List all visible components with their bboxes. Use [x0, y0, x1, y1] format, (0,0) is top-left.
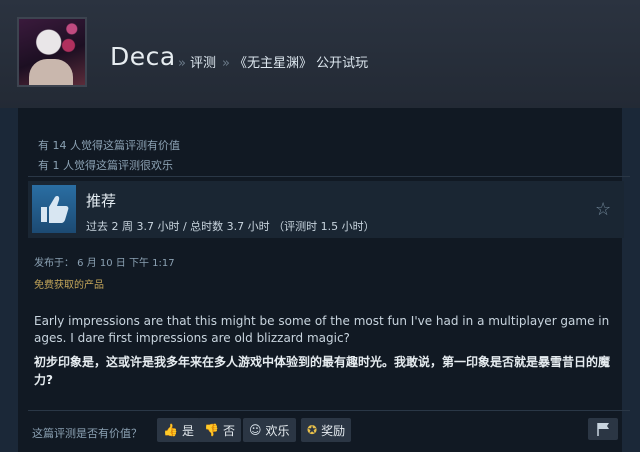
- breadcrumb-separator: »: [178, 56, 186, 71]
- review-text-zh: 初步印象是，这或许是我多年来在多人游戏中体验到的最有趣时光。我敢说，第一印象是否…: [34, 355, 611, 387]
- divider: [28, 176, 630, 177]
- funny-count: 有 1 人觉得这篇评测很欢乐: [38, 159, 173, 172]
- user-avatar[interactable]: [17, 17, 87, 87]
- playtime: 过去 2 周 3.7 小时 / 总时数 3.7 小时 （评测时 1.5 小时）: [86, 220, 375, 233]
- recommendation-title: 推荐: [86, 192, 117, 210]
- vote-yes-button[interactable]: 👍 是: [157, 418, 200, 442]
- thumbs-down-icon: 👎: [204, 423, 219, 437]
- helpful-count: 有 14 人觉得这篇评测有价值: [38, 139, 180, 152]
- vote-no-label: 否: [222, 423, 235, 438]
- avatar-figure: [29, 59, 73, 85]
- thumbs-up-icon: 👍: [163, 423, 178, 437]
- award-icon: ✪: [307, 423, 318, 437]
- thumbs-up-glyph: [41, 196, 69, 223]
- helpful-question: 这篇评测是否有价值？: [32, 427, 142, 440]
- award-button[interactable]: ✪ 奖励: [301, 418, 352, 442]
- vote-no-button[interactable]: 👎 否: [198, 418, 241, 442]
- award-label: 奖励: [321, 423, 346, 438]
- breadcrumb-separator: »: [221, 56, 230, 71]
- flag-icon: [597, 423, 609, 436]
- divider: [28, 410, 630, 411]
- breadcrumb-reviews[interactable]: 评测: [190, 56, 216, 71]
- username[interactable]: Deca: [110, 42, 176, 71]
- vote-funny-label: 欢乐: [265, 423, 290, 438]
- thumbs-up-icon: [32, 185, 76, 233]
- posted-date: 发布于： 6 月 10 日 下午 1:17: [34, 258, 175, 269]
- star-icon[interactable]: ☆: [595, 199, 611, 220]
- breadcrumb: » 评测 » 《无主星渊》 公开试玩: [178, 52, 374, 71]
- profile-header: Deca » 评测 » 《无主星渊》 公开试玩: [0, 0, 640, 108]
- smiley-icon: ☺: [249, 423, 262, 437]
- free-product-label: 免费获取的产品: [34, 280, 104, 291]
- vote-yes-label: 是: [181, 423, 194, 438]
- vote-funny-button[interactable]: ☺ 欢乐: [243, 418, 296, 442]
- breadcrumb-game[interactable]: 《无主星渊》 公开试玩: [234, 56, 368, 71]
- report-flag-button[interactable]: [588, 418, 618, 440]
- review-text-en: Early impressions are that this might be…: [34, 314, 610, 345]
